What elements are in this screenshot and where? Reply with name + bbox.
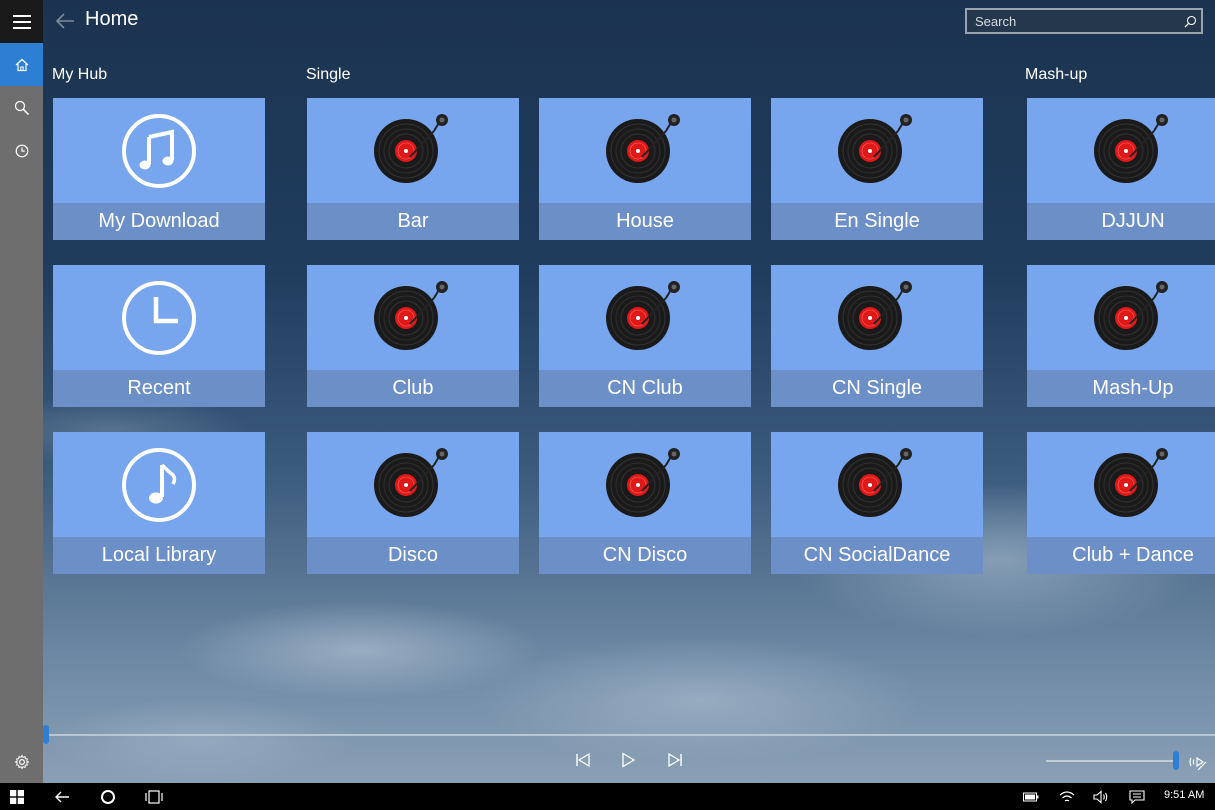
- tile-label: DJJUN: [1027, 203, 1215, 240]
- clock-icon: [15, 144, 28, 157]
- search-box[interactable]: [965, 8, 1203, 34]
- tile-cn-single[interactable]: CN Single: [771, 265, 983, 407]
- cast-icon[interactable]: [1188, 752, 1208, 772]
- vinyl-record-icon: [1027, 98, 1215, 203]
- tile-my-download[interactable]: My Download: [53, 98, 265, 240]
- back-arrow-icon[interactable]: [54, 10, 76, 32]
- volume-icon[interactable]: [1090, 786, 1112, 808]
- gear-icon: [13, 753, 30, 770]
- task-view-icon: [145, 790, 163, 804]
- section-label-mashup: Mash-up: [1025, 66, 1088, 83]
- search-icon: [14, 100, 29, 115]
- action-center-icon[interactable]: [1126, 786, 1148, 808]
- vinyl-record-icon: [307, 98, 519, 203]
- windows-logo-icon: [10, 790, 24, 804]
- skip-previous-icon: [576, 752, 590, 768]
- vinyl-record-icon: [307, 265, 519, 370]
- nav-rail: [0, 0, 43, 783]
- progress-track[interactable]: [46, 734, 1215, 736]
- tile-recent[interactable]: Recent: [53, 265, 265, 407]
- vinyl-record-icon: [539, 265, 751, 370]
- taskbar-back-button[interactable]: [51, 786, 73, 808]
- search-input[interactable]: [967, 13, 1179, 29]
- tile-mash-up[interactable]: Mash-Up: [1027, 265, 1215, 407]
- tile-en-single[interactable]: En Single: [771, 98, 983, 240]
- back-arrow-icon: [55, 791, 69, 803]
- section-label-my-hub: My Hub: [52, 66, 108, 83]
- vinyl-record-icon: [771, 432, 983, 537]
- tile-cn-disco[interactable]: CN Disco: [539, 432, 751, 574]
- vinyl-record-icon: [539, 98, 751, 203]
- play-button[interactable]: [618, 750, 638, 770]
- progress-slider-thumb[interactable]: [43, 725, 49, 744]
- play-icon: [622, 752, 636, 768]
- tile-label: CN Club: [539, 370, 751, 407]
- tile-label: Club: [307, 370, 519, 407]
- tile-label: Recent: [53, 370, 265, 407]
- previous-track-button[interactable]: [573, 750, 593, 770]
- tile-djjun[interactable]: DJJUN: [1027, 98, 1215, 240]
- wifi-icon[interactable]: [1056, 786, 1078, 808]
- tile-disco[interactable]: Disco: [307, 432, 519, 574]
- music-eighth-note-icon: [53, 432, 265, 537]
- tile-label: Club + Dance: [1027, 537, 1215, 574]
- tile-label: CN SocialDance: [771, 537, 983, 574]
- tile-club-dance[interactable]: Club + Dance: [1027, 432, 1215, 574]
- taskbar: 9:51 AM: [0, 783, 1215, 810]
- tile-bar[interactable]: Bar: [307, 98, 519, 240]
- tile-label: CN Single: [771, 370, 983, 407]
- tile-cn-socialdance[interactable]: CN SocialDance: [771, 432, 983, 574]
- vinyl-record-icon: [771, 265, 983, 370]
- vinyl-record-icon: [539, 432, 751, 537]
- tile-label: Mash-Up: [1027, 370, 1215, 407]
- taskbar-clock[interactable]: 9:51 AM: [1164, 789, 1204, 801]
- volume-track[interactable]: [1046, 760, 1174, 762]
- tile-label: House: [539, 203, 751, 240]
- windows-start-button[interactable]: [6, 786, 28, 808]
- tile-local-library[interactable]: Local Library: [53, 432, 265, 574]
- rail-settings-button[interactable]: [0, 740, 43, 783]
- section-label-single: Single: [306, 66, 351, 83]
- home-icon: [15, 58, 28, 71]
- rail-search-button[interactable]: [0, 86, 43, 129]
- tile-label: CN Disco: [539, 537, 751, 574]
- next-track-button[interactable]: [665, 750, 685, 770]
- music-note-icon: [53, 98, 265, 203]
- cortana-circle-icon: [101, 790, 115, 804]
- tile-label: Disco: [307, 537, 519, 574]
- search-icon[interactable]: [1179, 10, 1201, 32]
- clock-icon: [53, 265, 265, 370]
- skip-next-icon: [668, 752, 682, 768]
- rail-home-button[interactable]: [0, 43, 43, 86]
- task-view-button[interactable]: [143, 786, 165, 808]
- tile-club[interactable]: Club: [307, 265, 519, 407]
- page-title: Home: [85, 8, 139, 30]
- cortana-button[interactable]: [97, 786, 119, 808]
- vinyl-record-icon: [1027, 265, 1215, 370]
- hamburger-icon: [12, 14, 31, 29]
- tile-house[interactable]: House: [539, 98, 751, 240]
- tile-label: My Download: [53, 203, 265, 240]
- volume-slider-thumb[interactable]: [1173, 751, 1179, 770]
- battery-icon[interactable]: [1020, 786, 1042, 808]
- vinyl-record-icon: [1027, 432, 1215, 537]
- vinyl-record-icon: [307, 432, 519, 537]
- tile-label: En Single: [771, 203, 983, 240]
- hamburger-menu-button[interactable]: [0, 0, 43, 43]
- tile-label: Bar: [307, 203, 519, 240]
- tile-label: Local Library: [53, 537, 265, 574]
- vinyl-record-icon: [771, 98, 983, 203]
- tile-cn-club[interactable]: CN Club: [539, 265, 751, 407]
- rail-history-button[interactable]: [0, 129, 43, 172]
